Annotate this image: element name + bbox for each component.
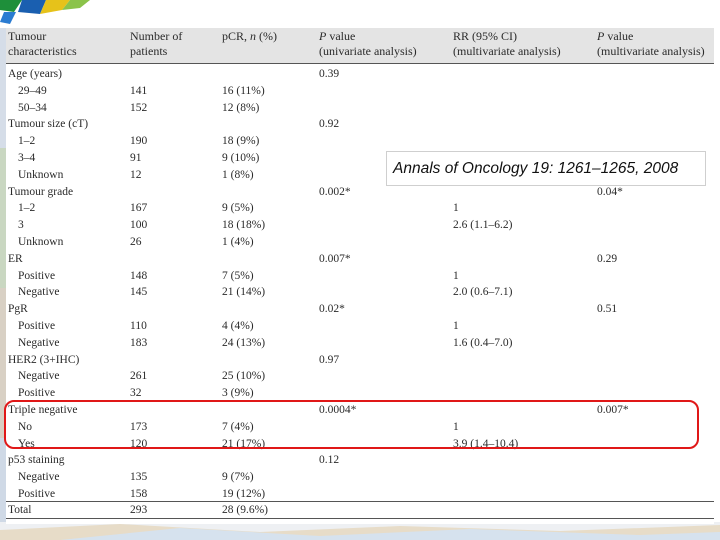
header-line-2: patients [130,44,168,58]
row-patients: 100 [130,219,148,232]
row-label: Tumour size (cT) [8,118,89,131]
row-pcr: 9 (5%) [222,202,254,215]
row-label: Positive [18,320,56,332]
p-value-multivariate-header: P value (multivariate analysis) [597,29,705,59]
row-pcr: 18 (9%) [222,135,260,148]
journal-citation: Annals of Oncology 19: 1261–1265, 2008 [386,151,706,186]
total-rule-bottom [6,518,714,519]
row-pcr: 16 (11%) [222,84,265,97]
row-p-multivariate: 0.51 [597,303,618,316]
row-patients: 148 [130,269,148,282]
row-label: Positive [18,387,56,400]
row-p-univariate: 0.002* [319,185,351,198]
row-pcr: 4 (4%) [222,320,254,332]
row-patients: 167 [130,202,148,215]
row-p-univariate: 0.97 [319,353,340,366]
row-label: 1–2 [18,135,36,148]
row-patients: 32 [130,387,142,400]
row-pcr: 3 (9%) [222,387,254,400]
row-pcr: 9 (7%) [222,471,254,484]
row-label: 50–34 [18,101,47,114]
header-line-1: Tumour [8,29,47,43]
row-pcr: 9 (10%) [222,152,260,164]
row-p-univariate: 0.39 [319,68,340,80]
row-label: Negative [18,336,60,349]
row-p-univariate: 0.02* [319,303,345,316]
row-pcr: 28 (9.6%) [222,504,268,516]
row-label: Age (years) [8,68,62,80]
row-rr: 1 [453,269,459,282]
row-patients: 190 [130,135,148,148]
header-line-2: (multivariate analysis) [597,44,705,58]
row-pcr: 1 (4%) [222,236,254,248]
p-value-univariate-header: P value (univariate analysis) [319,29,417,59]
row-label: Positive [18,269,56,282]
triple-negative-highlight-box [4,400,699,449]
row-patients: 91 [130,152,142,164]
row-label: 3 [18,219,24,232]
decorative-top-border [0,0,720,28]
row-label: 29–49 [18,84,47,97]
row-pcr: 1 (8%) [222,168,254,181]
row-label: Negative [18,370,60,383]
header-rule [6,63,714,64]
row-label: Unknown [18,168,64,181]
row-patients: 26 [130,236,142,248]
header-line-1: RR (95% CI) [453,29,517,43]
row-label: ER [8,252,23,265]
row-pcr: 21 (14%) [222,286,266,299]
row-patients: 141 [130,84,148,97]
number-of-patients-header: Number of patients [130,29,182,59]
row-rr: 1 [453,320,459,332]
row-patients: 293 [130,504,148,516]
row-label: HER2 (3+IHC) [8,353,80,366]
row-p-univariate: 0.007* [319,252,351,265]
row-rr: 2.6 (1.1–6.2) [453,219,513,232]
row-rr: 1 [453,202,459,215]
row-pcr: 24 (13%) [222,336,266,349]
row-pcr: 19 (12%) [222,488,266,500]
row-label: Negative [18,471,60,484]
row-pcr: 18 (18%) [222,219,266,232]
row-label: Unknown [18,236,64,248]
header-line-1: Number of [130,29,183,43]
total-rule-top [6,501,714,502]
row-p-univariate: 0.92 [319,118,340,131]
row-patients: 183 [130,336,148,349]
row-patients: 261 [130,370,148,383]
row-label: Total [8,504,32,516]
header-line-2: (multivariate analysis) [453,44,561,58]
row-patients: 158 [130,488,148,500]
row-rr: 2.0 (0.6–7.1) [453,286,513,299]
row-label: 1–2 [18,202,36,215]
results-table [6,28,714,524]
row-p-multivariate: 0.04* [597,185,623,198]
row-patients: 152 [130,101,148,114]
row-label: Positive [18,488,56,500]
row-patients: 12 [130,168,142,181]
rr-header: RR (95% CI) (multivariate analysis) [453,29,561,59]
row-rr: 1.6 (0.4–7.0) [453,336,513,349]
row-patients: 145 [130,286,148,299]
header-line-1: P value [597,29,634,43]
pcr-header: pCR, n (%) [222,29,277,44]
row-patients: 110 [130,320,147,332]
row-pcr: 25 (10%) [222,370,266,383]
tumour-characteristics-header: Tumour characteristics [8,29,77,59]
row-label: p53 staining [8,454,65,467]
row-p-univariate: 0.12 [319,454,340,467]
row-p-multivariate: 0.29 [597,252,618,265]
header-line-2: characteristics [8,44,77,58]
header-line-2: (univariate analysis) [319,44,417,58]
row-pcr: 12 (8%) [222,101,260,114]
row-label: Tumour grade [8,185,74,198]
row-label: 3–4 [18,152,36,164]
row-label: PgR [8,303,28,316]
decorative-bottom-border [0,522,720,540]
header-line-1: pCR, n (%) [222,29,278,43]
row-patients: 135 [130,471,148,484]
row-pcr: 7 (5%) [222,269,254,282]
header-line-1: P value [319,29,356,43]
row-label: Negative [18,286,60,299]
